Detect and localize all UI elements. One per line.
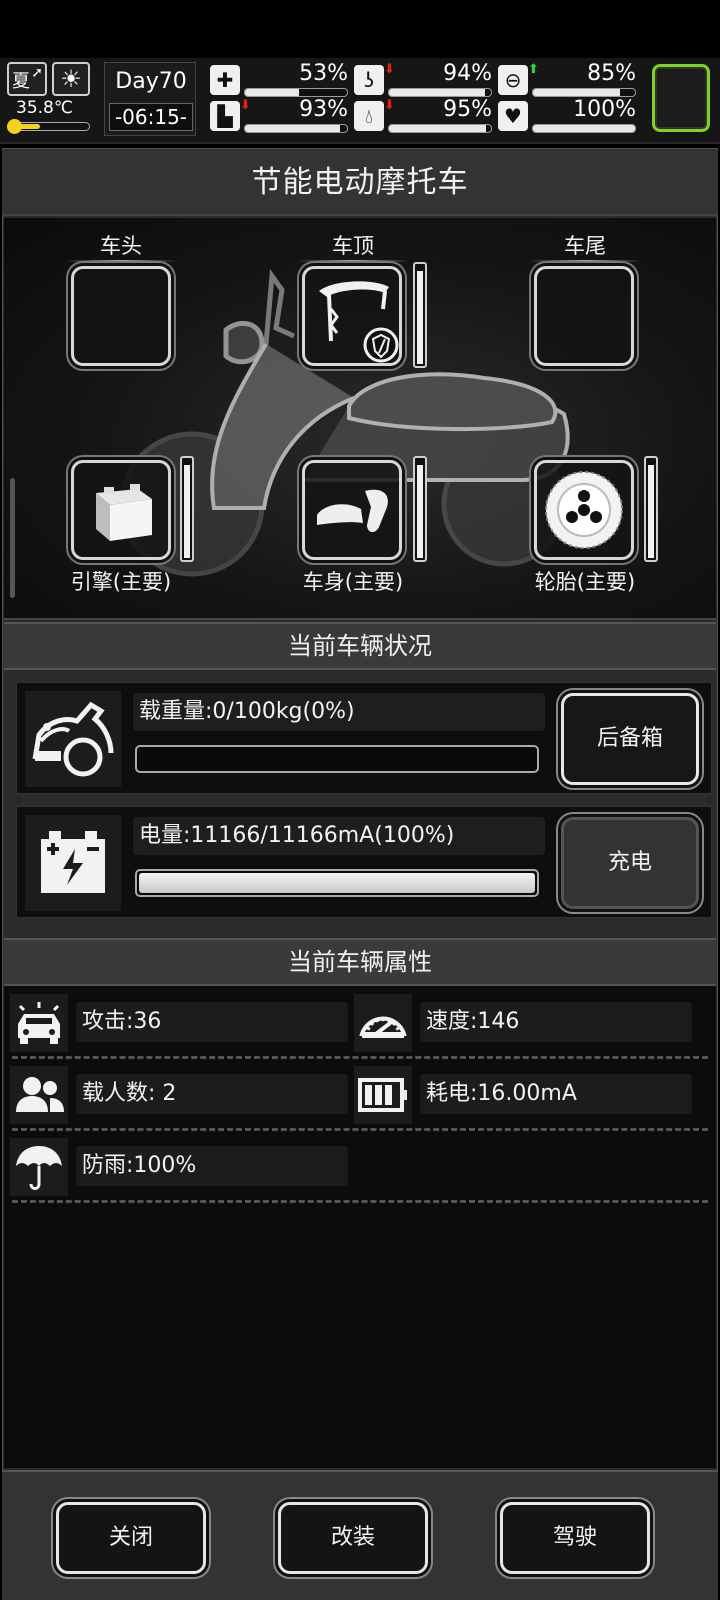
clock-time: -06:15- (109, 103, 193, 131)
stat-value: 53% (299, 61, 348, 86)
vehicle-scene: 车头 车顶 车尾 引擎(主要) 车身(主要) 轮胎(主要) (4, 218, 716, 620)
modify-button[interactable]: 改装 (278, 1502, 428, 1574)
car-battery-icon (25, 815, 121, 911)
stat-value: 94% (443, 61, 492, 86)
seat-icon (317, 489, 388, 533)
trend-up-icon: ⬆ (528, 62, 539, 77)
stat-value: 95% (443, 97, 492, 122)
attributes-header: 当前车辆属性 (4, 938, 716, 986)
attr-speed: 速度:146 (354, 994, 698, 1052)
attr-consumption: 耗电:16.00mA (354, 1066, 698, 1124)
load-label: 载重量:0/100kg(0%) (133, 693, 545, 731)
charge-button[interactable]: 充电 (561, 817, 699, 909)
slot-front[interactable] (71, 266, 171, 366)
sun-icon: ☀ (52, 62, 90, 96)
day-clock: Day70 -06:15- (104, 62, 196, 136)
attr-rainproof: 防雨:100% (10, 1138, 354, 1196)
car-crash-icon (10, 994, 68, 1052)
attr-passengers: 载人数: 2 (10, 1066, 354, 1124)
slot-roof[interactable] (302, 266, 402, 366)
attr-attack-text: 攻击:36 (76, 1002, 348, 1042)
load-bar (135, 745, 539, 773)
slot-label-front: 车头 (66, 230, 176, 262)
slot-engine[interactable] (71, 460, 171, 560)
stat-hunger: ʖ ⬇ 94% (354, 61, 494, 98)
roof-durability-bar (413, 262, 427, 368)
attr-consumption-text: 耗电:16.00mA (420, 1074, 692, 1114)
season-arrow-icon: ➚ (31, 65, 43, 81)
temperature-value: 35.8℃ (16, 98, 73, 118)
power-bar (135, 869, 539, 897)
battery-icon (96, 484, 152, 541)
pill-icon: ⊖ (498, 65, 528, 95)
stat-value: 85% (587, 61, 636, 86)
attr-speed-text: 速度:146 (420, 1002, 692, 1042)
status-section: 载重量:0/100kg(0%) 后备箱 电量:11166/11166mA(100… (4, 674, 716, 936)
stat-thirst: 💧︎ ⬇ 95% (354, 97, 494, 134)
day-counter: Day70 (115, 69, 187, 94)
attr-rainproof-text: 防雨:100% (76, 1146, 348, 1186)
attr-attack: 攻击:36 (10, 994, 354, 1052)
medkit-icon: ✚ (210, 65, 240, 95)
water-drop-icon: 💧︎ (354, 101, 384, 131)
season-indicator: 夏 ➚ (7, 62, 47, 96)
status-hud: 夏 ➚ ☀ 35.8℃ Day70 -06:15- ✚ 53% ʖ ⬇ 94% … (0, 58, 720, 144)
temperature-knob (7, 119, 22, 134)
slot-label-body: 车身(主要) (302, 570, 404, 594)
stat-value: 100% (573, 97, 636, 122)
stat-stamina: ▙ ⬇ 93% (210, 97, 350, 134)
slot-label-roof: 车顶 (298, 230, 408, 262)
trend-down-icon: ⬇ (384, 62, 395, 77)
season-label: 夏 (12, 71, 30, 92)
umbrella-icon (10, 1138, 68, 1196)
cargo-vehicle-icon (25, 691, 121, 787)
tire-durability-bar (644, 456, 658, 562)
stat-value: 93% (299, 97, 348, 122)
status-header: 当前车辆状况 (4, 622, 716, 670)
engine-durability-bar (180, 456, 194, 562)
footer-bar: 关闭 改装 驾驶 (2, 1470, 718, 1600)
power-label: 电量:11166/11166mA(100%) (133, 817, 545, 855)
canopy-icon (319, 281, 399, 363)
trend-down-icon: ⬇ (384, 98, 395, 113)
attr-passengers-text: 载人数: 2 (76, 1074, 348, 1114)
slot-label-rear: 车尾 (530, 230, 640, 262)
quick-item-slot[interactable] (652, 64, 710, 132)
trunk-button[interactable]: 后备箱 (561, 693, 699, 785)
speedometer-icon (354, 994, 412, 1052)
boot-icon: ▙ (210, 101, 240, 131)
stat-health: ✚ 53% (210, 61, 350, 98)
slot-rear[interactable] (534, 266, 634, 366)
power-row: 电量:11166/11166mA(100%) 充电 (16, 806, 712, 918)
slot-tires[interactable] (534, 460, 634, 560)
heart-icon: ♥ (498, 101, 528, 131)
drive-button[interactable]: 驾驶 (500, 1502, 650, 1574)
stat-mood: ♥ 100% (498, 97, 638, 134)
battery-level-icon (354, 1066, 412, 1124)
scene-scrollbar[interactable] (10, 478, 15, 598)
stomach-icon: ʖ (354, 65, 384, 95)
slot-label-tires: 轮胎(主要) (534, 570, 636, 594)
passengers-icon (10, 1066, 68, 1124)
trend-down-icon: ⬇ (240, 98, 251, 113)
load-row: 载重量:0/100kg(0%) 后备箱 (16, 682, 712, 794)
stat-medicine: ⊖ ⬆ 85% (498, 61, 638, 98)
page-title: 节能电动摩托车 (2, 150, 718, 216)
tire-icon (545, 471, 623, 549)
close-button[interactable]: 关闭 (56, 1502, 206, 1574)
slot-body[interactable] (302, 460, 402, 560)
attributes-section: 攻击:36 速度:146 载人数: 2 耗电:16.00mA 防雨:100% (4, 986, 716, 1468)
body-durability-bar (413, 456, 427, 562)
temperature-bar (7, 119, 90, 134)
slot-label-engine: 引擎(主要) (70, 570, 172, 594)
